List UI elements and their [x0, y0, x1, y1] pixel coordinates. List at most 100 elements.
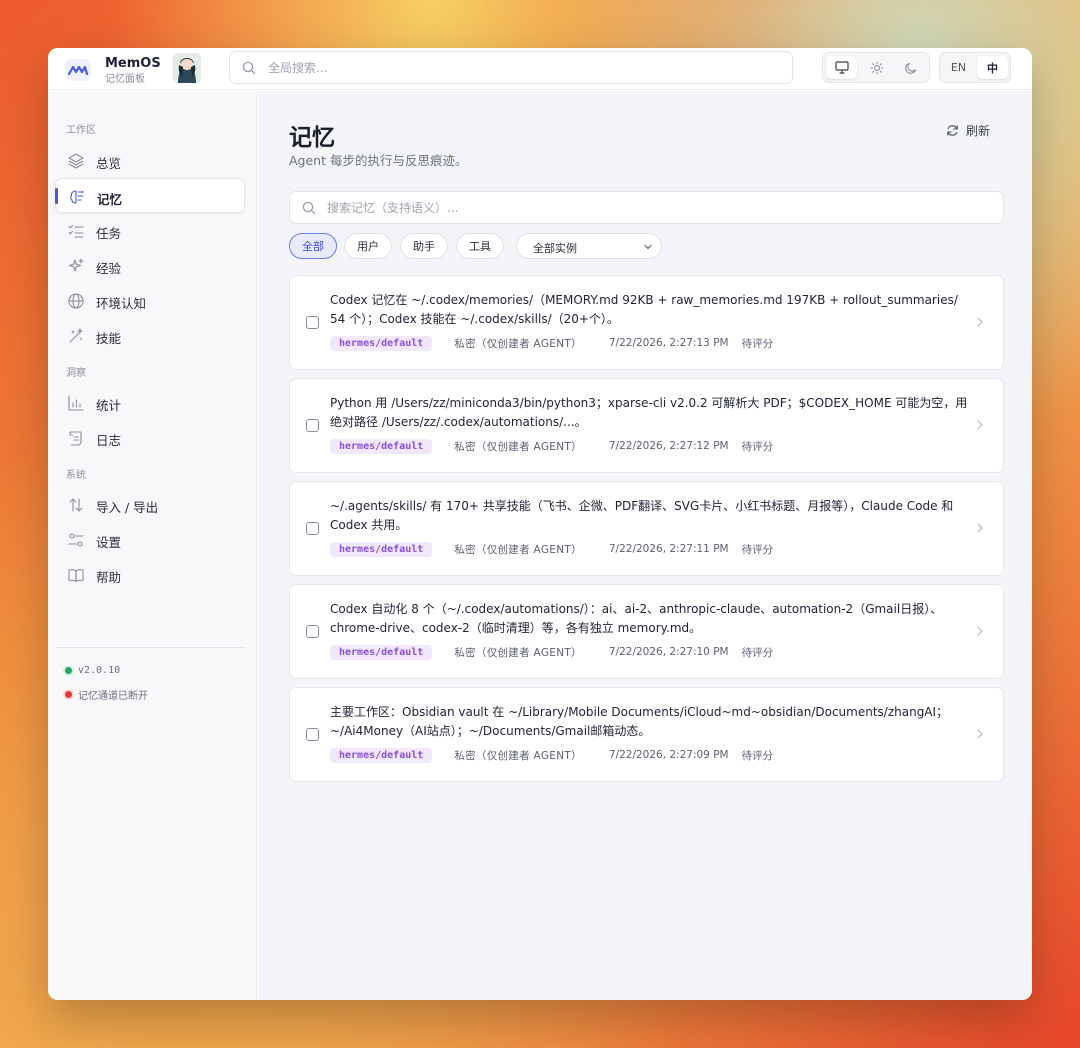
memory-card[interactable]: Python 用 /Users/zz/miniconda3/bin/python…	[289, 378, 1004, 473]
sidebar-item-overview[interactable]: 总览	[55, 143, 245, 178]
global-search[interactable]	[229, 51, 793, 84]
visibility-label: 私密（仅创建者 AGENT）	[454, 646, 582, 659]
section-label-system: 系统	[66, 470, 86, 481]
main-content: 记忆 Agent 每步的执行与反思痕迹。 刷新 全部 用户 助手 工具 全部实例	[258, 91, 1032, 1000]
memory-meta: hermes/default 私密（仅创建者 AGENT） 7/22/2026,…	[330, 643, 773, 661]
filter-tool[interactable]: 工具	[456, 233, 504, 259]
sliders-icon	[68, 533, 84, 547]
memory-card[interactable]: ~/.agents/skills/ 有 170+ 共享技能（飞书、企微、PDF翻…	[289, 481, 1004, 576]
sidebar-item-logs[interactable]: 日志	[55, 420, 245, 455]
sidebar-item-label: 环境认知	[96, 296, 147, 311]
sidebar-item-environment[interactable]: 环境认知	[55, 283, 245, 318]
sidebar-item-settings[interactable]: 设置	[55, 522, 245, 557]
memory-meta: hermes/default 私密（仅创建者 AGENT） 7/22/2026,…	[330, 437, 773, 455]
avatar[interactable]	[173, 53, 201, 83]
search-icon	[302, 201, 316, 215]
sidebar-item-label: 导入 / 导出	[96, 500, 159, 515]
sidebar-item-label: 统计	[96, 398, 122, 413]
theme-dark-button[interactable]	[895, 56, 926, 79]
sidebar-item-import-export[interactable]: 导入 / 导出	[55, 487, 245, 522]
filter-all[interactable]: 全部	[289, 233, 337, 259]
magic-wand-icon	[69, 327, 84, 343]
visibility-label: 私密（仅创建者 AGENT）	[454, 440, 582, 453]
select-checkbox[interactable]	[306, 522, 319, 535]
sidebar-item-memories[interactable]: 记忆	[55, 178, 245, 213]
filter-user[interactable]: 用户	[344, 233, 392, 259]
sidebar-item-label: 经验	[96, 261, 122, 276]
channel-status: 记忆通道已断开	[65, 687, 148, 702]
app-window: MemOS 记忆面板 全局搜索... EN 中 工作区 总览 记忆 任务 经验 …	[48, 48, 1032, 1000]
memory-search-input[interactable]	[327, 199, 967, 217]
page-subtitle: Agent 每步的执行与反思痕迹。	[289, 153, 468, 168]
theme-light-button[interactable]	[861, 56, 892, 79]
score-status: 待评分	[741, 749, 774, 762]
memory-card[interactable]: Codex 自动化 8 个（~/.codex/automations/）：ai、…	[289, 584, 1004, 679]
sun-icon	[869, 60, 884, 75]
status-dot-icon	[65, 667, 72, 674]
scope-tag: hermes/default	[330, 747, 433, 763]
visibility-label: 私密（仅创建者 AGENT）	[454, 337, 582, 350]
memory-meta: hermes/default 私密（仅创建者 AGENT） 7/22/2026,…	[330, 746, 773, 764]
timestamp: 7/22/2026, 2:27:12 PM	[608, 440, 729, 452]
visibility-label: 私密（仅创建者 AGENT）	[454, 543, 582, 556]
lang-zh-button[interactable]: 中	[977, 56, 1008, 79]
layers-icon	[68, 153, 84, 169]
search-icon	[242, 61, 256, 75]
section-label-insights: 洞察	[66, 368, 86, 379]
memory-card[interactable]: 主要工作区：Obsidian vault 在 ~/Library/Mobile …	[289, 687, 1004, 782]
sidebar-item-label: 任务	[96, 226, 122, 241]
chevron-down-icon	[644, 244, 652, 250]
memory-meta: hermes/default 私密（仅创建者 AGENT） 7/22/2026,…	[330, 334, 773, 352]
select-checkbox[interactable]	[306, 728, 319, 741]
timestamp: 7/22/2026, 2:27:11 PM	[608, 543, 729, 555]
memory-meta: hermes/default 私密（仅创建者 AGENT） 7/22/2026,…	[330, 540, 773, 558]
chevron-right-icon[interactable]	[976, 625, 984, 637]
sidebar-item-stats[interactable]: 统计	[55, 385, 245, 420]
bar-chart-icon	[68, 395, 84, 411]
channel-status-text: 记忆通道已断开	[78, 691, 148, 702]
section-label-workspace: 工作区	[66, 125, 96, 136]
sidebar-item-skills[interactable]: 技能	[55, 318, 245, 353]
score-status: 待评分	[741, 337, 774, 350]
instance-select[interactable]: 全部实例	[516, 233, 662, 259]
chevron-right-icon[interactable]	[976, 316, 984, 328]
refresh-button[interactable]: 刷新	[946, 120, 990, 140]
memory-card[interactable]: Codex 记忆在 ~/.codex/memories/（MEMORY.md 9…	[289, 275, 1004, 370]
globe-icon	[68, 293, 84, 309]
chevron-right-icon[interactable]	[976, 728, 984, 740]
scope-tag: hermes/default	[330, 438, 433, 454]
lang-en-button[interactable]: EN	[943, 56, 974, 79]
status-dot-icon	[65, 691, 72, 698]
refresh-label: 刷新	[966, 123, 991, 138]
sidebar-item-label: 日志	[96, 433, 122, 448]
global-search-input[interactable]	[268, 59, 768, 77]
language-switcher: EN 中	[939, 52, 1011, 83]
book-open-icon	[68, 569, 84, 583]
visibility-label: 私密（仅创建者 AGENT）	[454, 749, 582, 762]
select-checkbox[interactable]	[306, 316, 319, 329]
select-checkbox[interactable]	[306, 625, 319, 638]
sidebar-divider	[55, 647, 245, 648]
page-title: 记忆	[289, 125, 335, 151]
chevron-right-icon[interactable]	[976, 522, 984, 534]
score-status: 待评分	[741, 646, 774, 659]
memory-text: Codex 记忆在 ~/.codex/memories/（MEMORY.md 9…	[330, 293, 958, 326]
memory-search[interactable]	[289, 191, 1004, 224]
sidebar-item-experience[interactable]: 经验	[55, 248, 245, 283]
sidebar-item-tasks[interactable]: 任务	[55, 213, 245, 248]
sidebar-item-label: 记忆	[97, 192, 123, 207]
filter-assistant[interactable]: 助手	[400, 233, 448, 259]
sidebar-item-help[interactable]: 帮助	[55, 557, 245, 592]
timestamp: 7/22/2026, 2:27:09 PM	[608, 749, 729, 761]
version-text: v2.0.10	[78, 665, 121, 676]
chevron-right-icon[interactable]	[976, 419, 984, 431]
memory-text: Codex 自动化 8 个（~/.codex/automations/）：ai、…	[330, 602, 943, 635]
select-checkbox[interactable]	[306, 419, 319, 432]
moon-icon	[904, 62, 916, 74]
scroll-icon	[69, 431, 82, 446]
memos-logo-icon	[65, 59, 91, 81]
active-indicator	[55, 188, 58, 204]
sidebar-item-label: 设置	[96, 535, 122, 550]
theme-system-button[interactable]	[826, 56, 857, 79]
sidebar: 工作区 总览 记忆 任务 经验 环境认知 技能 洞察 统计 日志 系统 导入 /…	[48, 91, 257, 1000]
